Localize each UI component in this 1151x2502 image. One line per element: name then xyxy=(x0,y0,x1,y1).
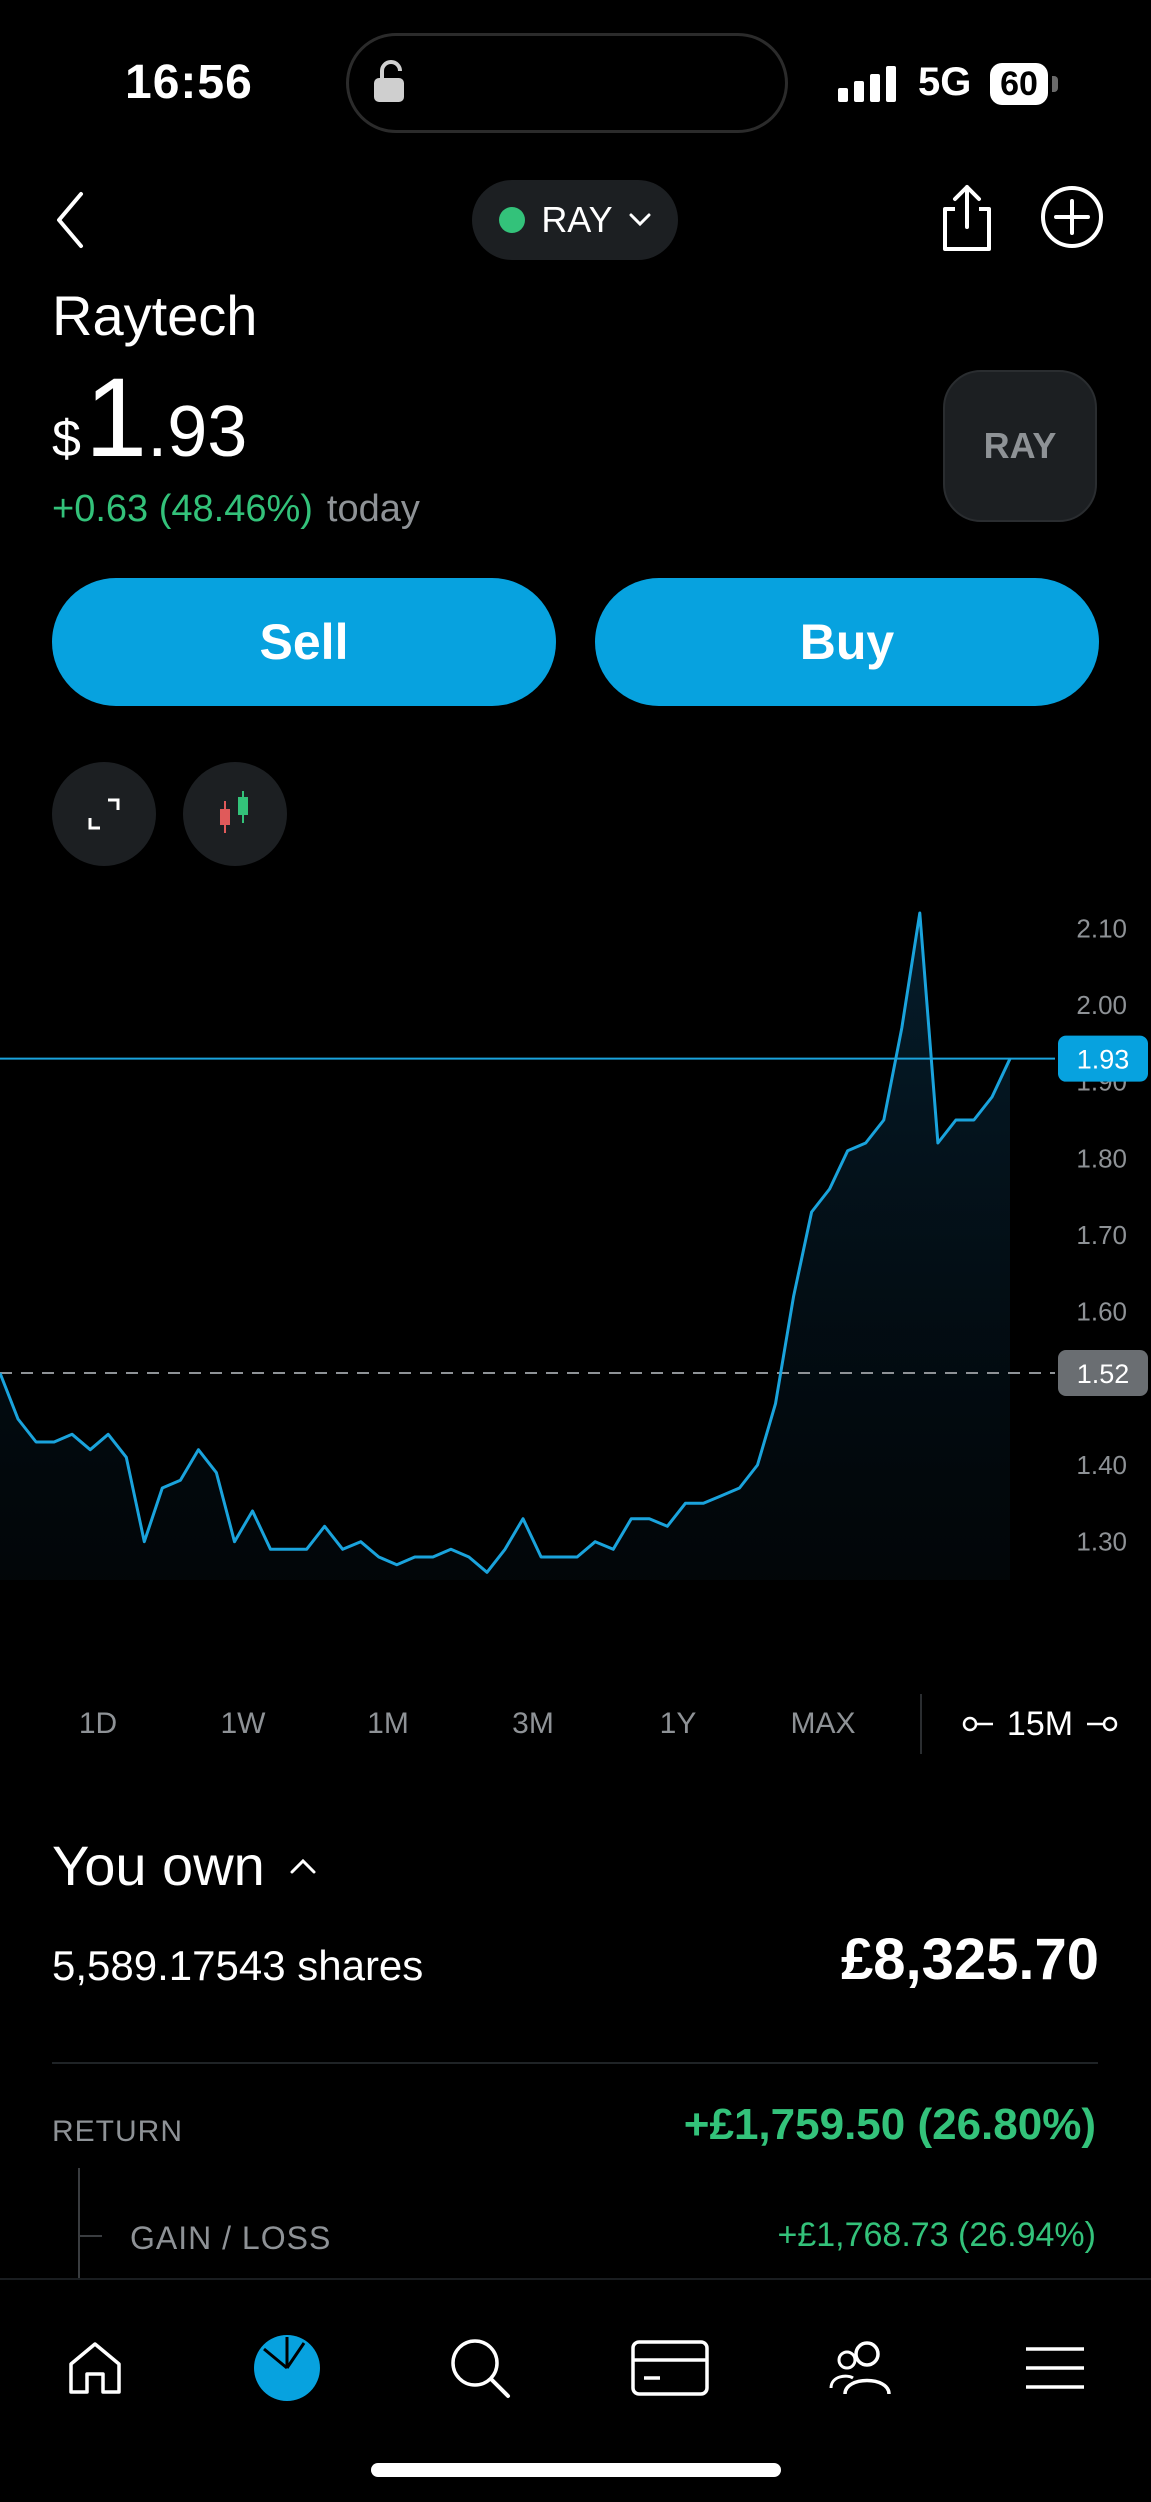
interval-label: 15M xyxy=(1006,1704,1074,1743)
range-separator xyxy=(920,1694,922,1754)
price-chart[interactable]: 2.102.001.901.801.701.601.401.30 1.93 1.… xyxy=(0,880,1151,1600)
sell-button[interactable]: Sell xyxy=(52,578,556,706)
price-change: +0.63 (48.46%) today xyxy=(52,488,420,531)
expand-icon xyxy=(88,798,120,830)
chevron-down-icon xyxy=(629,213,651,227)
nav-home[interactable] xyxy=(45,2318,145,2418)
slider-left-icon xyxy=(962,1716,993,1732)
current-price-badge: 1.93 xyxy=(1058,1035,1148,1082)
price-change-period: today xyxy=(326,488,420,530)
dynamic-island xyxy=(346,33,788,133)
share-icon xyxy=(943,185,991,251)
ticker-label: RAY xyxy=(541,199,613,240)
plus-circle-icon xyxy=(1041,186,1103,248)
chevron-left-icon xyxy=(57,192,83,248)
tree-line-vertical xyxy=(78,2168,80,2278)
add-to-watchlist-button[interactable] xyxy=(1040,185,1104,254)
interval-selector[interactable]: 15M xyxy=(945,1672,1135,1776)
time-range-selector: 1D 1W 1M 3M 1Y MAX 15M xyxy=(25,1672,1151,1776)
holdings-divider xyxy=(52,2062,1098,2064)
currency-symbol: $ xyxy=(52,410,81,468)
ticker-selector[interactable]: RAY xyxy=(472,180,678,260)
share-button[interactable] xyxy=(935,183,999,258)
range-tab-3m[interactable]: 3M xyxy=(460,1672,606,1776)
holding-value: £8,325.70 xyxy=(840,1927,1099,1992)
range-tab-max[interactable]: MAX xyxy=(750,1672,896,1776)
y-tick-label: 1.70 xyxy=(1076,1220,1127,1250)
gain-loss-label: GAIN / LOSS xyxy=(130,2220,332,2256)
buy-button[interactable]: Buy xyxy=(595,578,1099,706)
slider-right-icon xyxy=(1087,1716,1118,1732)
company-name: Raytech xyxy=(52,284,258,347)
tree-line-horizontal xyxy=(80,2235,102,2237)
current-price: $ 1 .93 xyxy=(52,362,247,474)
home-indicator xyxy=(371,2463,781,2477)
menu-icon xyxy=(1026,2347,1084,2389)
range-tab-1m[interactable]: 1M xyxy=(315,1672,461,1776)
range-tab-1y[interactable]: 1Y xyxy=(605,1672,751,1776)
portfolio-pie-icon xyxy=(254,2335,320,2401)
you-own-title: You own xyxy=(52,1834,265,1897)
y-tick-label: 1.60 xyxy=(1076,1297,1127,1327)
signal-icon xyxy=(838,66,898,107)
card-icon xyxy=(631,2340,709,2396)
search-icon xyxy=(451,2339,510,2398)
price-change-value: +0.63 (48.46%) xyxy=(52,488,313,530)
y-tick-label: 1.30 xyxy=(1076,1527,1127,1557)
status-time: 16:56 xyxy=(125,56,253,109)
range-tab-1w[interactable]: 1W xyxy=(170,1672,316,1776)
back-button[interactable] xyxy=(40,180,100,260)
unlocked-icon xyxy=(372,60,408,109)
you-own-toggle[interactable]: You own xyxy=(52,1833,317,1898)
y-tick-label: 2.10 xyxy=(1076,913,1127,943)
y-tick-label: 1.40 xyxy=(1076,1450,1127,1480)
shares-owned: 5,589.17543 shares xyxy=(52,1942,424,1989)
candlestick-toggle-button[interactable] xyxy=(183,762,287,866)
nav-community[interactable] xyxy=(812,2318,912,2418)
nav-menu[interactable] xyxy=(1005,2318,1105,2418)
nav-portfolio[interactable] xyxy=(237,2318,337,2418)
y-tick-label: 2.00 xyxy=(1076,990,1127,1020)
price-decimal: .93 xyxy=(147,392,248,472)
company-logo: RAY xyxy=(943,370,1097,522)
candlestick-icon xyxy=(220,791,248,833)
return-label: RETURN xyxy=(52,2115,183,2148)
y-tick-label: 1.80 xyxy=(1076,1143,1127,1173)
home-icon xyxy=(69,2342,121,2394)
range-tab-1d[interactable]: 1D xyxy=(25,1672,171,1776)
return-value: +£1,759.50 (26.80%) xyxy=(683,2100,1096,2149)
gain-loss-value: +£1,768.73 (26.94%) xyxy=(777,2216,1096,2254)
price-integer: 1 xyxy=(84,355,148,480)
expand-chart-button[interactable] xyxy=(52,762,156,866)
current-price-label: 1.93 xyxy=(1077,1045,1130,1075)
price-chart-svg: 2.102.001.901.801.701.601.401.30 1.93 1.… xyxy=(0,911,1148,1580)
battery-tip xyxy=(1052,76,1058,92)
nav-card[interactable] xyxy=(620,2318,720,2418)
nav-search[interactable] xyxy=(430,2318,530,2418)
price-area-fill xyxy=(0,913,1010,1580)
reference-price-label: 1.52 xyxy=(1077,1359,1130,1389)
market-open-dot xyxy=(499,207,526,233)
network-type: 5G xyxy=(918,60,972,104)
battery-icon: 60 xyxy=(990,63,1048,105)
people-icon xyxy=(829,2341,891,2395)
chevron-up-icon xyxy=(290,1858,316,1873)
reference-price-badge: 1.52 xyxy=(1058,1350,1148,1396)
